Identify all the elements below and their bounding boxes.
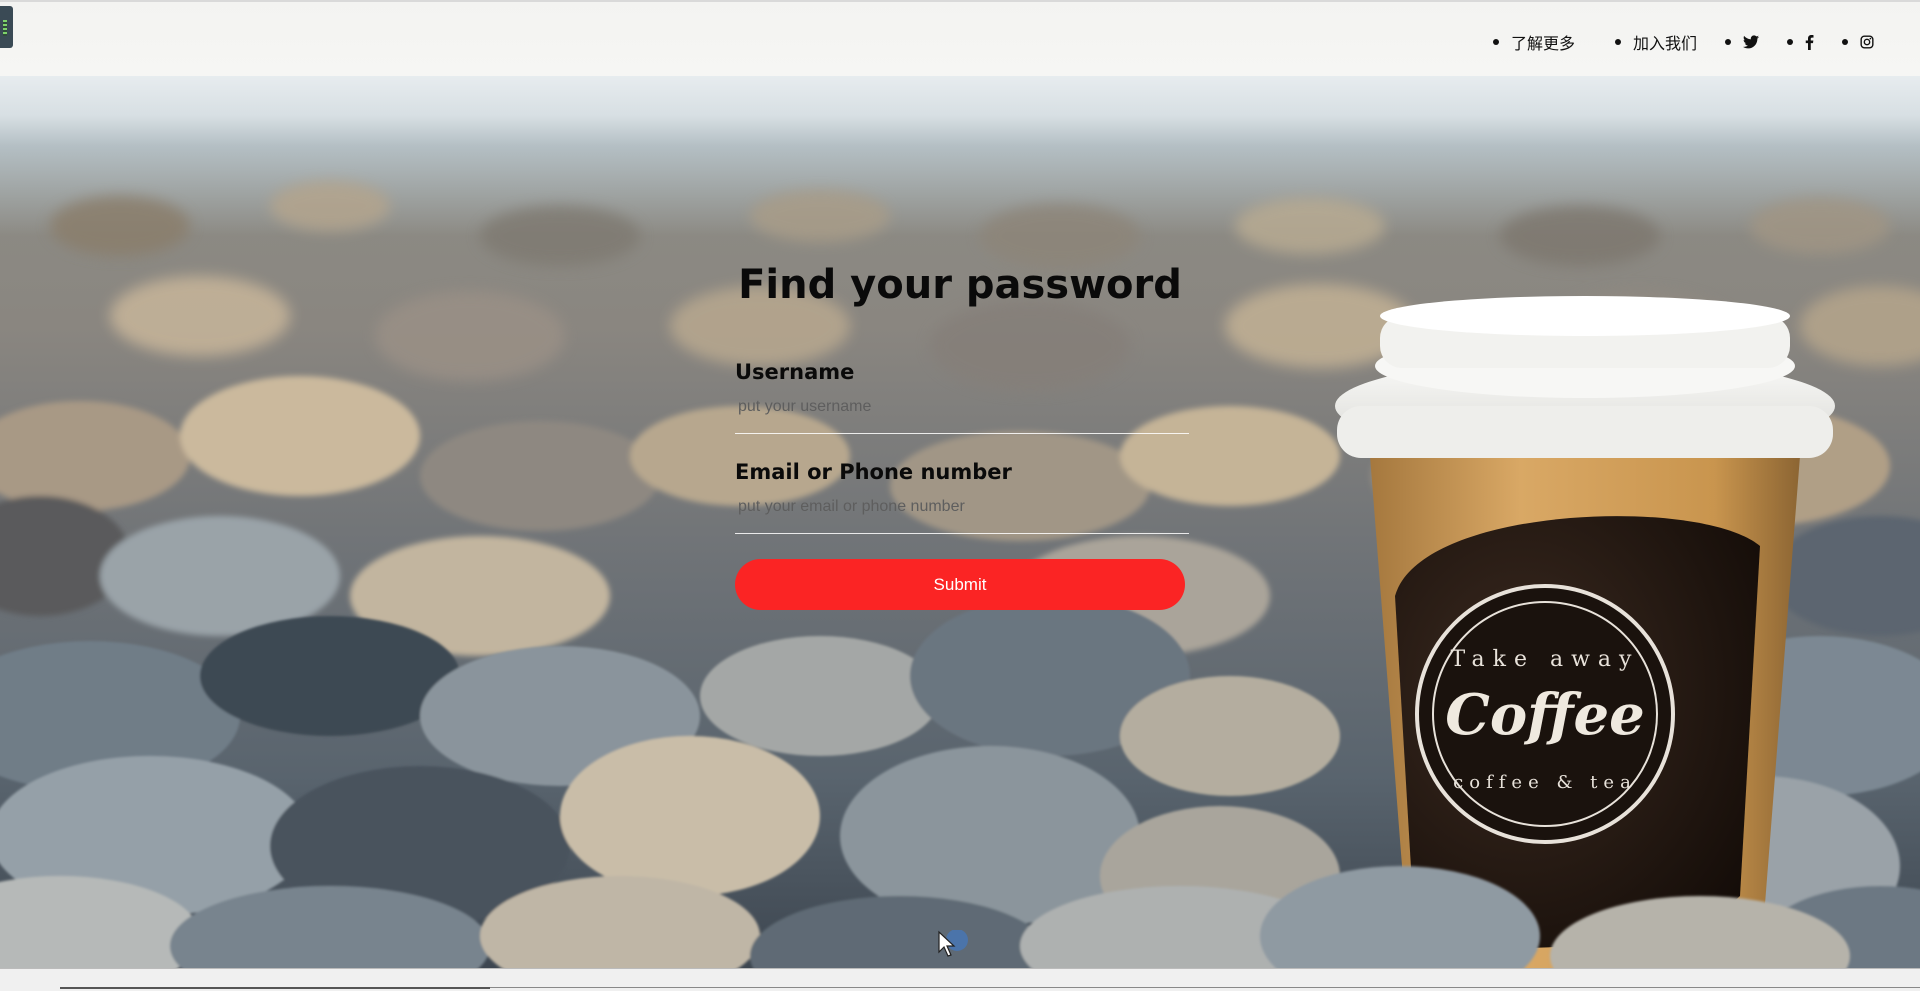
username-label: Username — [735, 360, 855, 384]
nav-item-facebook[interactable] — [1787, 34, 1814, 50]
nav-item-join-us[interactable]: 加入我们 — [1614, 30, 1697, 54]
page-title: Find your password — [738, 262, 1182, 308]
nav-item-twitter[interactable] — [1725, 35, 1759, 49]
mouse-cursor-icon — [937, 929, 977, 968]
bullet-icon — [1842, 39, 1848, 45]
nav-item-instagram[interactable] — [1842, 35, 1874, 49]
bullet-icon — [1492, 39, 1499, 45]
username-field: Username — [735, 360, 1190, 434]
bottom-bar — [0, 968, 1920, 991]
contact-field: Email or Phone number — [735, 460, 1190, 534]
instagram-icon[interactable] — [1860, 35, 1874, 49]
bullet-icon — [1725, 39, 1731, 45]
cup-ring-top: Take away — [1451, 647, 1640, 672]
top-nav-bar: 了解更多 加入我们 — [0, 0, 1920, 76]
find-password-form: Find your password Username Email or Pho… — [735, 262, 1190, 610]
nav-item-label: 了解更多 — [1510, 34, 1575, 53]
nav-list: 了解更多 加入我们 — [1453, 30, 1874, 54]
email-or-phone-input[interactable] — [735, 494, 1189, 534]
username-input[interactable] — [735, 394, 1189, 434]
facebook-icon[interactable] — [1805, 34, 1814, 50]
divider — [490, 987, 1920, 988]
nav-item-learn-more[interactable]: 了解更多 — [1492, 30, 1575, 54]
corner-widget-icon[interactable] — [0, 6, 13, 48]
submit-button[interactable]: Submit — [735, 559, 1185, 610]
divider — [60, 987, 490, 989]
bullet-icon — [1614, 39, 1621, 45]
cup-ring-bottom: coffee & tea — [1453, 772, 1637, 793]
nav-item-label: 加入我们 — [1632, 34, 1697, 53]
twitter-icon[interactable] — [1743, 35, 1759, 49]
bullet-icon — [1787, 39, 1793, 45]
cup-brand: Coffee — [1445, 682, 1645, 748]
contact-label: Email or Phone number — [735, 460, 1012, 484]
page: 了解更多 加入我们 Take away Coffee coffee & tea … — [0, 0, 1920, 991]
